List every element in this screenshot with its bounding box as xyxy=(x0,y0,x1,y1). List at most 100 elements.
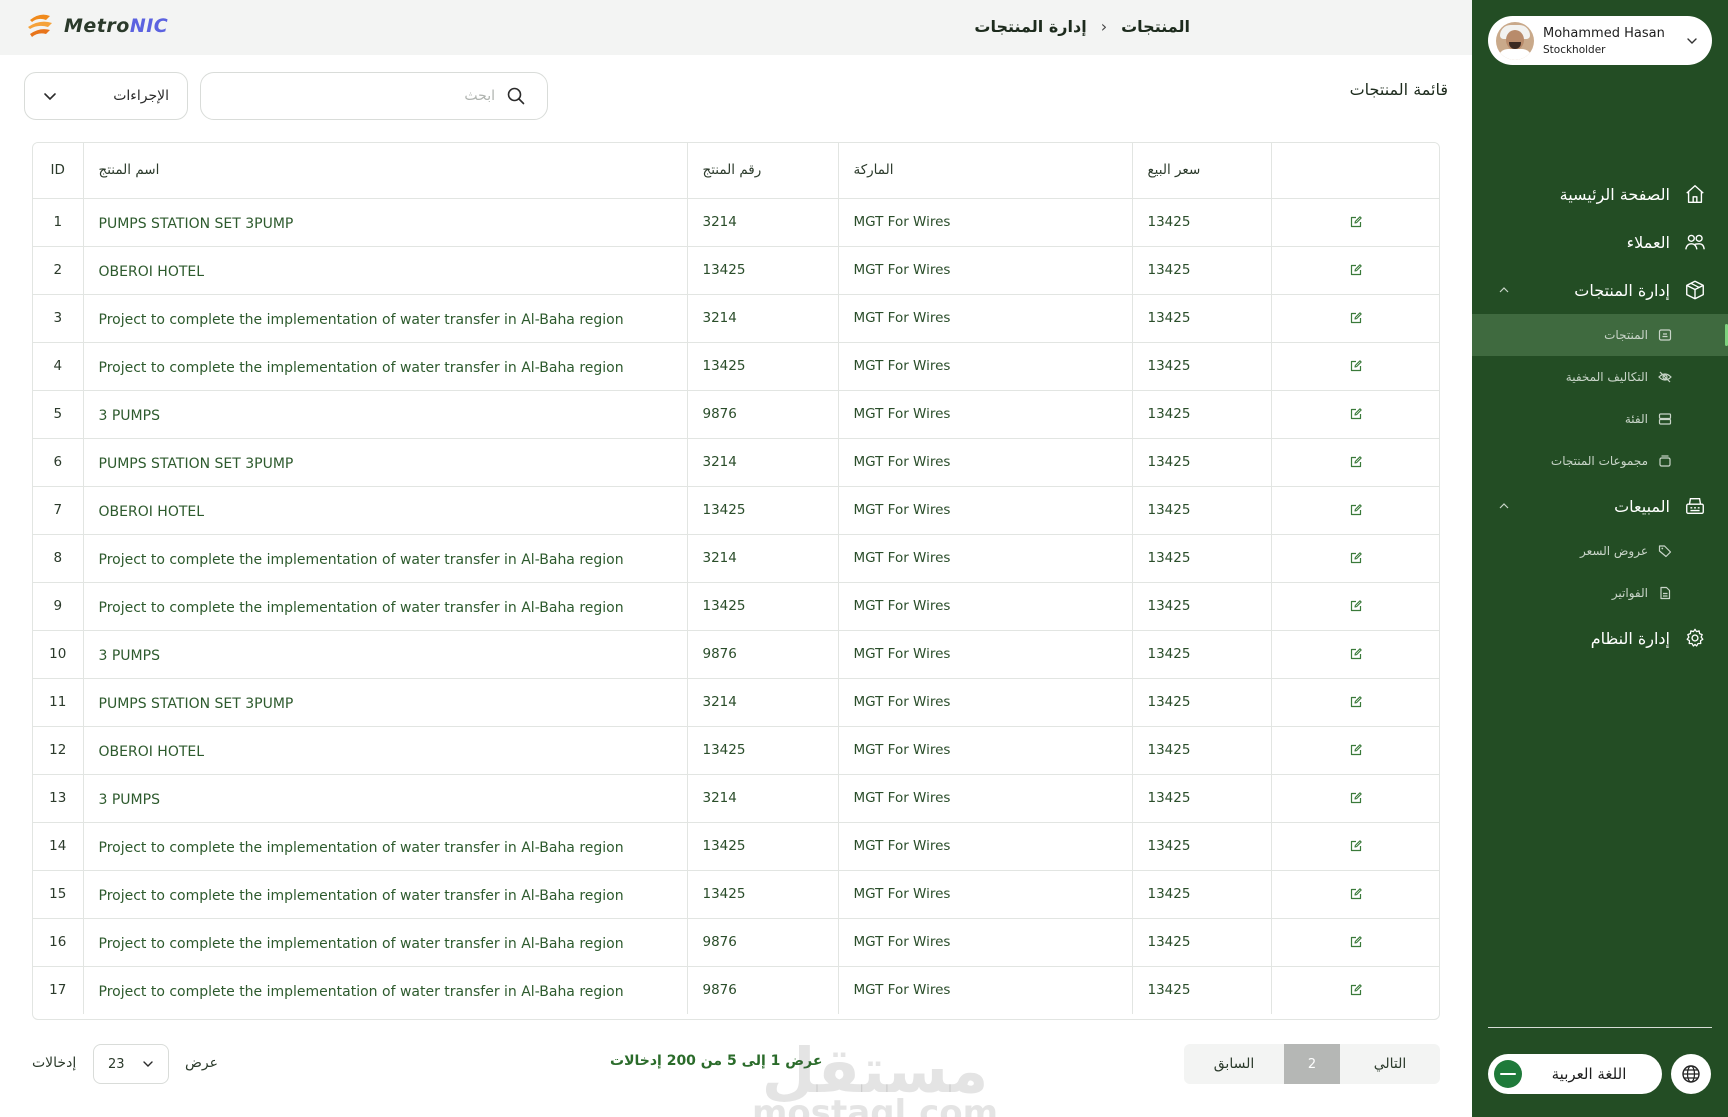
globe-icon xyxy=(1682,1065,1700,1083)
sidebar-subitem-invoices[interactable]: الفواتير xyxy=(1472,572,1728,614)
sidebar-subitem-category[interactable]: الفئة xyxy=(1472,398,1728,440)
column-header-brand[interactable]: الماركة xyxy=(838,143,1133,199)
table-row[interactable]: 11 PUMPS STATION SET 3PUMP 3214 MGT For Wir… xyxy=(33,678,1439,727)
edit-icon[interactable] xyxy=(1349,406,1363,422)
table-row[interactable]: 8 Project to complete the implementation … xyxy=(33,534,1439,583)
cell-actions xyxy=(1271,486,1439,535)
sidebar-subitem-quotes[interactable]: عروض السعر xyxy=(1472,530,1728,572)
table-row[interactable]: 3 Project to complete the implementation … xyxy=(33,294,1439,343)
cell-price: 13425 xyxy=(1132,246,1272,295)
actions-dropdown[interactable]: الإجراءات xyxy=(24,72,188,120)
cell-product-number: 3214 xyxy=(687,678,839,727)
chevron-up-icon[interactable] xyxy=(1498,500,1510,512)
search-input[interactable] xyxy=(295,88,495,104)
cash-register-icon xyxy=(1686,497,1704,515)
cell-product-number: 3214 xyxy=(687,774,839,823)
edit-icon[interactable] xyxy=(1349,934,1363,950)
home-icon xyxy=(1686,185,1704,203)
cell-product-name: Project to complete the implementation o… xyxy=(83,582,688,631)
sidebar-item-customers[interactable]: العملاء xyxy=(1472,218,1728,266)
cell-product-number: 13425 xyxy=(687,582,839,631)
sidebar-item-sales[interactable]: المبيعات xyxy=(1472,482,1728,530)
entries-per-page-select[interactable]: 23 xyxy=(93,1044,169,1084)
edit-icon[interactable] xyxy=(1349,550,1363,566)
globe-button[interactable] xyxy=(1671,1054,1711,1094)
sidebar-subitem-products[interactable]: المنتجات xyxy=(1472,314,1728,356)
edit-icon[interactable] xyxy=(1349,790,1363,806)
cell-id: 5 xyxy=(33,390,84,439)
edit-icon[interactable] xyxy=(1349,742,1363,758)
edit-icon[interactable] xyxy=(1349,214,1363,230)
edit-icon[interactable] xyxy=(1349,886,1363,902)
next-page-button[interactable]: التالي xyxy=(1340,1044,1440,1084)
prev-page-button[interactable]: السابق xyxy=(1184,1044,1284,1084)
edit-icon[interactable] xyxy=(1349,598,1363,614)
edit-icon[interactable] xyxy=(1349,310,1363,326)
edit-icon[interactable] xyxy=(1349,838,1363,854)
cell-id: 8 xyxy=(33,534,84,583)
box-icon xyxy=(1686,280,1704,300)
cell-product-name: OBEROI HOTEL xyxy=(83,726,688,775)
table-row[interactable]: 13 3 PUMPS 3214 MGT For Wires 13425 xyxy=(33,774,1439,823)
brand-logo[interactable]: MetroNIC xyxy=(24,10,168,42)
sidebar-item-home[interactable]: الصفحة الرئيسية xyxy=(1472,170,1728,218)
cell-product-name: PUMPS STATION SET 3PUMP xyxy=(83,198,688,247)
sidebar-subitem-label: التكاليف المخفية xyxy=(1565,370,1648,384)
table-row[interactable]: 14 Project to complete the implementation… xyxy=(33,822,1439,871)
table-row[interactable]: 16 Project to complete the implementation… xyxy=(33,918,1439,967)
edit-icon[interactable] xyxy=(1349,454,1363,470)
watermark-arabic: مستقل xyxy=(761,1034,989,1107)
edit-icon[interactable] xyxy=(1349,502,1363,518)
breadcrumb-current: المنتجات xyxy=(1121,17,1190,36)
table-row[interactable]: 1 PUMPS STATION SET 3PUMP 3214 MGT For Wire… xyxy=(33,198,1439,247)
sidebar-item-products-management[interactable]: إدارة المنتجات xyxy=(1472,266,1728,314)
chevron-up-icon[interactable] xyxy=(1498,284,1510,296)
cell-id: 16 xyxy=(33,918,84,967)
user-menu[interactable]: Mohammed Hasan Stockholder xyxy=(1488,16,1712,65)
cell-product-number: 9876 xyxy=(687,390,839,439)
table-row[interactable]: 2 OBEROI HOTEL 13425 MGT For Wires 13425 xyxy=(33,246,1439,295)
cell-price: 13425 xyxy=(1132,486,1272,535)
cell-brand: MGT For Wires xyxy=(838,678,1133,727)
pagination: السابق 2 التالي xyxy=(1184,1044,1440,1084)
table-row[interactable]: 4 Project to complete the implementation … xyxy=(33,342,1439,391)
table-row[interactable]: 12 OBEROI HOTEL 13425 MGT For Wires 13425 xyxy=(33,726,1439,775)
cell-product-name: 3 PUMPS xyxy=(83,774,688,823)
table-row[interactable]: 9 Project to complete the implementation … xyxy=(33,582,1439,631)
breadcrumb-parent[interactable]: إدارة المنتجات xyxy=(974,17,1086,36)
cell-price: 13425 xyxy=(1132,774,1272,823)
table-row[interactable]: 10 3 PUMPS 9876 MGT For Wires 13425 xyxy=(33,630,1439,679)
cell-product-number: 13425 xyxy=(687,822,839,871)
edit-icon[interactable] xyxy=(1349,646,1363,662)
column-header-name[interactable]: اسم المنتج xyxy=(83,143,688,199)
table-row[interactable]: 7 OBEROI HOTEL 13425 MGT For Wires 13425 xyxy=(33,486,1439,535)
sidebar-subitem-hidden-costs[interactable]: التكاليف المخفية xyxy=(1472,356,1728,398)
edit-icon[interactable] xyxy=(1349,262,1363,278)
table-row[interactable]: 6 PUMPS STATION SET 3PUMP 3214 MGT For Wire… xyxy=(33,438,1439,487)
cell-price: 13425 xyxy=(1132,918,1272,967)
table-row[interactable]: 53 PUMPS 9876 MGT For Wires 13425 xyxy=(33,390,1439,439)
cell-product-name: PUMPS STATION SET 3PUMP xyxy=(83,678,688,727)
edit-icon[interactable] xyxy=(1349,358,1363,374)
sidebar-subitem-product-groups[interactable]: مجموعات المنتجات xyxy=(1472,440,1728,482)
search-icon[interactable] xyxy=(507,87,525,105)
cell-actions xyxy=(1271,966,1439,1014)
column-header-number[interactable]: رقم المنتج xyxy=(687,143,839,199)
column-header-price[interactable]: سعر البيع xyxy=(1132,143,1272,199)
cell-price: 13425 xyxy=(1132,438,1272,487)
sidebar-item-label: المبيعات xyxy=(1614,496,1670,516)
chevron-down-icon xyxy=(1687,37,1697,44)
brand-name-part1: Metro xyxy=(64,15,130,37)
table-row[interactable]: 15 Project to complete the implementation… xyxy=(33,870,1439,919)
edit-icon[interactable] xyxy=(1349,982,1363,998)
language-switcher[interactable]: اللغة العربية xyxy=(1488,1054,1662,1094)
cell-product-name: Project to complete the implementation o… xyxy=(83,870,688,919)
top-bar: MetroNIC إدارة المنتجات ‹ المنتجات xyxy=(0,0,1472,55)
table-row[interactable]: 17 Project to complete the implementation… xyxy=(33,966,1439,1014)
edit-icon[interactable] xyxy=(1349,694,1363,710)
column-header-id[interactable]: ID xyxy=(33,143,84,199)
watermark: مستقل mostaql.com xyxy=(752,1040,998,1117)
sidebar-item-system-management[interactable]: إدارة النظام xyxy=(1472,614,1728,662)
page-number-current[interactable]: 2 xyxy=(1284,1044,1340,1084)
cell-actions xyxy=(1271,870,1439,919)
